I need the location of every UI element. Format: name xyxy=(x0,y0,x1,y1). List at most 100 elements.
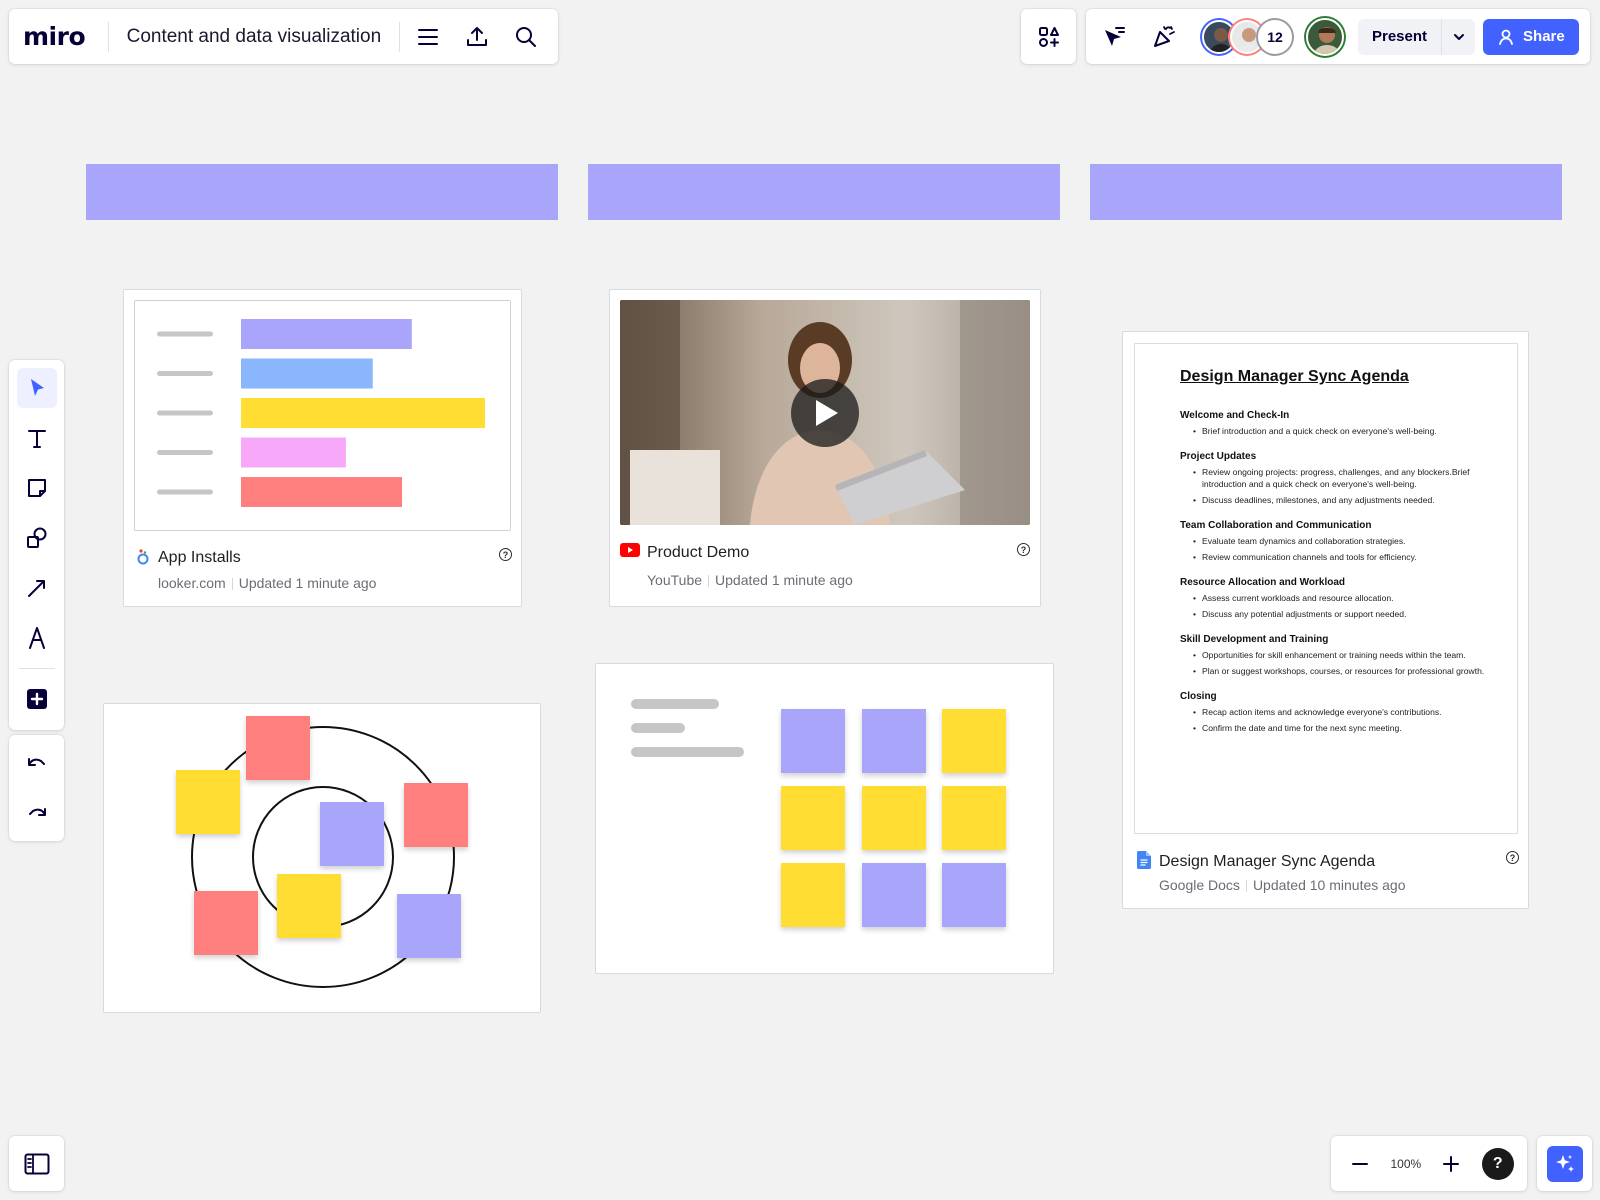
user-icon xyxy=(1497,28,1515,46)
sticky-note[interactable] xyxy=(781,863,845,927)
redo-icon[interactable] xyxy=(17,793,57,833)
share-label: Share xyxy=(1523,28,1565,45)
avatar[interactable] xyxy=(1306,17,1344,56)
bar-category-label xyxy=(157,489,213,495)
card-meta: looker.com Updated 1 minute ago xyxy=(158,575,376,591)
card-title: App Installs xyxy=(158,549,241,566)
doc-section: Resource Allocation and Workload Assess c… xyxy=(1180,577,1487,620)
shapes-plus-icon[interactable] xyxy=(1029,17,1069,57)
doc-section-title: Closing xyxy=(1180,691,1217,702)
doc-bullet-list: Opportunities for skill enhancement or t… xyxy=(1180,649,1487,677)
divider xyxy=(107,21,109,52)
cursor-arrow-icon[interactable] xyxy=(1094,17,1134,57)
sticky-note[interactable] xyxy=(404,783,468,847)
placeholder-text-line xyxy=(631,747,744,757)
text-icon[interactable] xyxy=(17,418,57,458)
doc-section-title: Resource Allocation and Workload xyxy=(1180,577,1346,588)
sticky-note[interactable] xyxy=(942,709,1006,773)
sidebar-toggle-panel xyxy=(9,1136,64,1191)
sticky-note[interactable] xyxy=(781,709,845,773)
undo-icon[interactable] xyxy=(17,743,57,783)
help-circle-icon[interactable]: ? xyxy=(499,548,512,561)
sticky-note[interactable] xyxy=(942,786,1006,850)
upload-icon[interactable] xyxy=(457,17,496,57)
sticky-note[interactable] xyxy=(862,786,926,850)
present-button[interactable]: Present xyxy=(1358,19,1441,55)
card-meta: YouTube Updated 1 minute ago xyxy=(647,572,853,588)
add-icon[interactable] xyxy=(17,679,57,719)
card-source: Google Docs xyxy=(1159,877,1240,893)
sticky-note[interactable] xyxy=(320,802,384,866)
collaborator-avatars[interactable]: 12 xyxy=(1202,19,1292,54)
placeholder-text-line xyxy=(631,699,719,709)
party-popper-icon[interactable] xyxy=(1144,17,1184,57)
help-circle-icon[interactable]: ? xyxy=(1017,543,1030,556)
collaboration-panel: 12 Present Share xyxy=(1086,9,1590,64)
frame-header[interactable] xyxy=(86,164,558,220)
bar-chart xyxy=(134,300,511,531)
doc-section: Welcome and Check-In Brief introduction a… xyxy=(1180,410,1487,437)
zoom-in-icon[interactable] xyxy=(1435,1144,1467,1184)
doc-section-title: Skill Development and Training xyxy=(1180,634,1329,645)
sticky-note[interactable] xyxy=(397,894,461,958)
bar-category-label xyxy=(157,450,213,455)
doc-section: Closing Recap action items and acknowledg… xyxy=(1180,691,1487,734)
sticky-note[interactable] xyxy=(246,716,310,780)
pen-icon[interactable] xyxy=(17,618,57,658)
doc-bullet: Assess current workloads and resource al… xyxy=(1193,592,1487,604)
doc-heading: Design Manager Sync Agenda xyxy=(1180,368,1409,385)
video-thumbnail[interactable] xyxy=(620,300,1030,525)
bar-category-label xyxy=(157,331,213,337)
doc-section: Project Updates Review ongoing projects: … xyxy=(1180,451,1487,506)
divider xyxy=(1245,880,1247,893)
bar-category-label xyxy=(157,371,213,376)
search-icon[interactable] xyxy=(507,17,546,57)
board-title[interactable]: Content and data visualization xyxy=(117,26,392,48)
miro-logo[interactable]: miro xyxy=(23,22,100,51)
bar xyxy=(241,398,485,428)
doc-bullet-list: Review ongoing projects: progress, chall… xyxy=(1180,466,1487,506)
sticky-grid-card[interactable] xyxy=(595,663,1054,974)
share-button[interactable]: Share xyxy=(1483,18,1579,55)
chevron-down-icon[interactable] xyxy=(1441,18,1475,55)
card-source: looker.com xyxy=(158,575,226,591)
card-title: Product Demo xyxy=(647,544,750,561)
agenda-doc-card[interactable]: Design Manager Sync Agenda Welcome and C… xyxy=(1122,331,1529,909)
frame-header[interactable] xyxy=(588,164,1060,220)
sticky-note[interactable] xyxy=(862,709,926,773)
connection-line-icon[interactable] xyxy=(17,568,57,608)
card-meta: Google Docs Updated 10 minutes ago xyxy=(1159,877,1406,893)
zoom-out-icon[interactable] xyxy=(1344,1144,1376,1184)
apps-panel xyxy=(1021,9,1076,64)
card-updated: Updated 10 minutes ago xyxy=(1252,877,1406,893)
sparkle-icon[interactable] xyxy=(1546,1145,1583,1182)
help-circle-icon[interactable]: ? xyxy=(1506,851,1519,864)
product-demo-card[interactable]: Product Demo YouTube Updated 1 minute ago… xyxy=(609,289,1041,607)
sticky-note-icon[interactable] xyxy=(17,468,57,508)
hamburger-menu-icon[interactable] xyxy=(408,17,447,57)
app-installs-card[interactable]: App Installs looker.com Updated 1 minute … xyxy=(123,289,522,607)
doc-bullet: Discuss deadlines, milestones, and any a… xyxy=(1193,494,1487,506)
help-button[interactable]: ? xyxy=(1481,1147,1514,1180)
frame-header[interactable] xyxy=(1090,164,1562,220)
concentric-circles-card[interactable] xyxy=(103,703,541,1013)
zoom-controls: 100% ? xyxy=(1331,1136,1527,1191)
doc-bullet: Evaluate team dynamics and collaboration… xyxy=(1193,535,1487,547)
select-arrow-icon[interactable] xyxy=(16,368,57,408)
panel-toggle-icon[interactable] xyxy=(17,1144,57,1184)
sticky-note[interactable] xyxy=(781,786,845,850)
doc-bullet: Confirm the date and time for the next s… xyxy=(1193,722,1487,734)
looker-icon xyxy=(136,548,150,566)
shapes-icon[interactable] xyxy=(17,518,57,558)
card-title: Design Manager Sync Agenda xyxy=(1159,853,1376,870)
collaborator-count-badge[interactable]: 12 xyxy=(1258,19,1292,54)
sticky-note[interactable] xyxy=(194,891,258,955)
sticky-note[interactable] xyxy=(176,770,240,834)
undo-redo-toolbar xyxy=(9,735,64,841)
sticky-note[interactable] xyxy=(942,863,1006,927)
bar-category-label xyxy=(157,410,213,416)
zoom-level[interactable]: 100% xyxy=(1390,1157,1421,1171)
sticky-note[interactable] xyxy=(862,863,926,927)
doc-bullet: Plan or suggest workshops, courses, or r… xyxy=(1193,665,1487,677)
sticky-note[interactable] xyxy=(277,874,341,938)
